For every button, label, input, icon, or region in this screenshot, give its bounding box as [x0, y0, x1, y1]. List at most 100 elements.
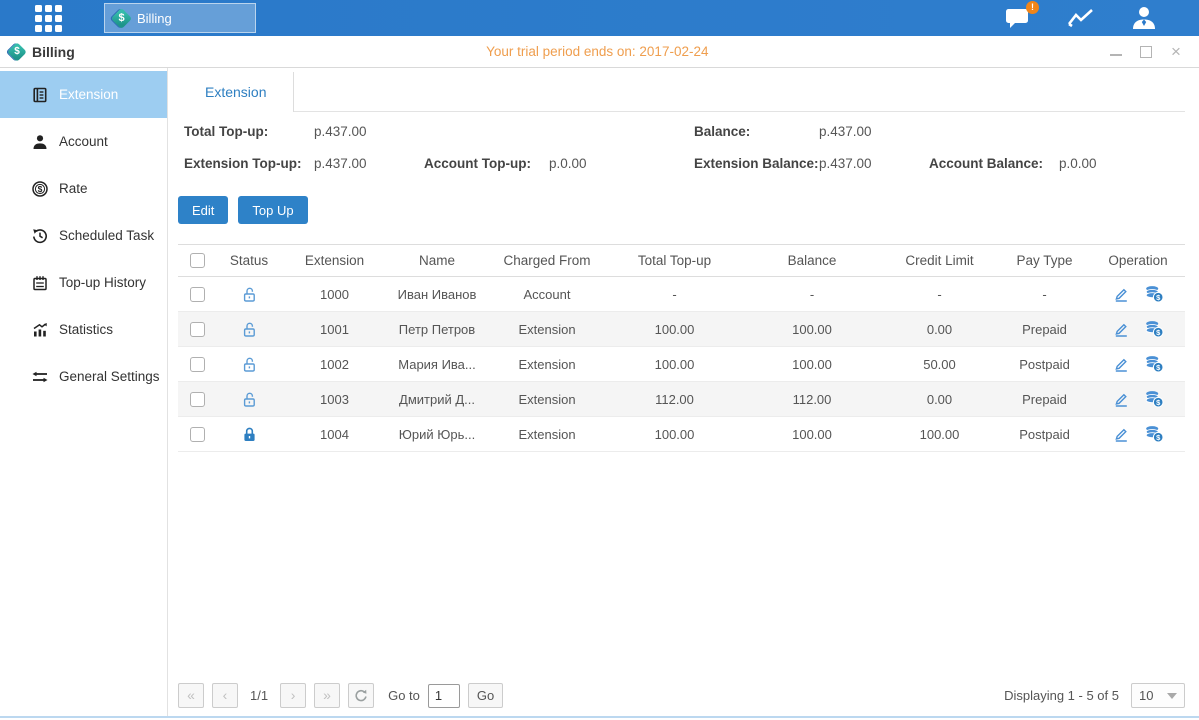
summary-label: Extension Balance: — [694, 156, 819, 171]
status-unlocked-icon — [241, 355, 258, 370]
col-total-topup: Total Top-up — [607, 253, 742, 268]
taskbar-app-label: Billing — [137, 11, 172, 26]
app-grid-icon[interactable] — [35, 5, 62, 32]
summary-value: p.0.00 — [1059, 156, 1097, 171]
row-checkbox[interactable] — [190, 392, 205, 407]
edit-row-icon[interactable] — [1112, 355, 1130, 373]
col-status: Status — [216, 253, 282, 268]
top-up-row-icon[interactable]: $ — [1144, 285, 1164, 303]
summary-label: Balance: — [694, 124, 750, 139]
edit-row-icon[interactable] — [1112, 320, 1130, 338]
top-up-row-icon[interactable]: $ — [1144, 355, 1164, 373]
prev-page-button[interactable]: ‹ — [212, 683, 238, 708]
col-balance: Balance — [742, 253, 882, 268]
row-checkbox[interactable] — [190, 287, 205, 302]
row-checkbox[interactable] — [190, 322, 205, 337]
last-page-button[interactable]: » — [314, 683, 340, 708]
col-pay-type: Pay Type — [997, 253, 1092, 268]
cell-credit-limit: 0.00 — [882, 322, 997, 337]
toolbar: Edit Top Up — [178, 196, 1185, 224]
col-operation: Operation — [1092, 253, 1184, 268]
cell-balance: - — [742, 287, 882, 302]
sidebar-item-statistics[interactable]: Statistics — [0, 306, 167, 353]
status-locked-icon — [241, 425, 258, 440]
cell-charged-from: Extension — [487, 357, 607, 372]
top-up-row-icon[interactable]: $ — [1144, 320, 1164, 338]
cell-charged-from: Account — [487, 287, 607, 302]
extension-icon — [32, 87, 48, 103]
top-up-row-icon[interactable]: $ — [1144, 425, 1164, 443]
window-title: Billing — [32, 44, 75, 60]
taskbar-app-billing[interactable]: $ Billing — [104, 3, 256, 33]
summary-label: Account Balance: — [929, 156, 1043, 171]
sidebar-item-scheduled-task[interactable]: Scheduled Task — [0, 212, 167, 259]
cell-credit-limit: - — [882, 287, 997, 302]
row-checkbox[interactable] — [190, 357, 205, 372]
page-size-select[interactable]: 10 — [1131, 683, 1185, 708]
cell-total-topup: 100.00 — [607, 357, 742, 372]
cell-name: Юрий Юрь... — [387, 427, 487, 442]
summary-value: p.0.00 — [549, 156, 587, 171]
cell-extension: 1001 — [282, 322, 387, 337]
notification-badge: ! — [1026, 1, 1039, 14]
first-page-button[interactable]: « — [178, 683, 204, 708]
main-panel: Extension Total Top-up: p.437.00 Balance… — [168, 68, 1199, 716]
summary-label: Extension Top-up: — [184, 156, 302, 171]
cell-pay-type: Postpaid — [997, 427, 1092, 442]
cell-credit-limit: 0.00 — [882, 392, 997, 407]
refresh-icon — [354, 689, 368, 703]
summary-value: p.437.00 — [819, 156, 872, 171]
cell-credit-limit: 50.00 — [882, 357, 997, 372]
go-button[interactable]: Go — [468, 683, 503, 708]
sidebar-item-rate[interactable]: $ Rate — [0, 165, 167, 212]
summary-value: p.437.00 — [314, 156, 367, 171]
svg-text:$: $ — [38, 184, 43, 194]
cell-balance: 112.00 — [742, 392, 882, 407]
general-settings-icon — [32, 369, 48, 385]
next-page-button[interactable]: › — [280, 683, 306, 708]
monitor-chart-icon[interactable] — [1067, 7, 1095, 29]
minimize-icon[interactable] — [1109, 45, 1123, 59]
cell-pay-type: - — [997, 287, 1092, 302]
top-up-row-icon[interactable]: $ — [1144, 390, 1164, 408]
cell-name: Мария Ива... — [387, 357, 487, 372]
close-icon[interactable]: × — [1169, 45, 1183, 59]
scheduled-task-icon — [32, 228, 48, 244]
page-size-value: 10 — [1139, 688, 1153, 703]
cell-balance: 100.00 — [742, 357, 882, 372]
edit-row-icon[interactable] — [1112, 390, 1130, 408]
refresh-button[interactable] — [348, 683, 374, 708]
displaying-info: Displaying 1 - 5 of 5 — [1004, 688, 1119, 703]
messages-icon[interactable]: ! — [1005, 7, 1031, 29]
edit-button[interactable]: Edit — [178, 196, 228, 224]
topup-history-icon — [32, 275, 48, 291]
top-up-button[interactable]: Top Up — [238, 196, 307, 224]
sidebar-item-extension[interactable]: Extension — [0, 71, 167, 118]
cell-extension: 1003 — [282, 392, 387, 407]
cell-total-topup: 112.00 — [607, 392, 742, 407]
sidebar-item-label: Statistics — [59, 322, 113, 337]
user-account-icon[interactable] — [1131, 6, 1157, 30]
pagination-bar: « ‹ 1/1 › » Go to Go Displaying 1 - 5 of… — [178, 683, 1185, 708]
sidebar-item-label: Extension — [59, 87, 118, 102]
summary-value: p.437.00 — [314, 124, 367, 139]
sidebar-item-topup-history[interactable]: Top-up History — [0, 259, 167, 306]
maximize-icon[interactable] — [1139, 45, 1153, 59]
sidebar-item-label: Account — [59, 134, 108, 149]
edit-row-icon[interactable] — [1112, 285, 1130, 303]
sidebar-item-account[interactable]: Account — [0, 118, 167, 165]
billing-window-icon: $ — [7, 42, 27, 62]
goto-page-input[interactable] — [428, 684, 460, 708]
sidebar-item-label: Scheduled Task — [59, 228, 154, 243]
sidebar-item-general-settings[interactable]: General Settings — [0, 353, 167, 400]
rate-icon: $ — [32, 181, 48, 197]
tab-extension[interactable]: Extension — [178, 72, 294, 112]
row-checkbox[interactable] — [190, 427, 205, 442]
cell-pay-type: Postpaid — [997, 357, 1092, 372]
edit-row-icon[interactable] — [1112, 425, 1130, 443]
desktop-topbar: $ Billing ! — [0, 0, 1199, 36]
select-all-checkbox[interactable] — [190, 253, 205, 268]
col-extension: Extension — [282, 253, 387, 268]
cell-total-topup: 100.00 — [607, 427, 742, 442]
cell-balance: 100.00 — [742, 427, 882, 442]
